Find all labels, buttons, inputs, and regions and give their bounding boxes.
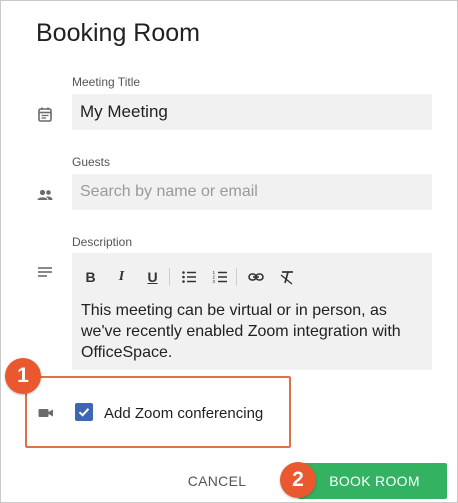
meeting-title-label: Meeting Title	[72, 75, 141, 89]
link-icon[interactable]	[245, 267, 266, 287]
description-editor[interactable]: B I U 123 This meeting can be virtual or…	[72, 253, 432, 370]
numbered-list-icon[interactable]: 123	[209, 267, 230, 287]
underline-glyph: U	[147, 269, 158, 285]
calendar-icon	[35, 105, 55, 125]
toolbar-divider	[236, 268, 237, 286]
guests-search-input[interactable]: Search by name or email	[72, 174, 432, 210]
clear-format-icon[interactable]	[276, 267, 297, 287]
book-room-button[interactable]: BOOK ROOM	[298, 463, 447, 499]
people-icon	[35, 185, 55, 205]
callout-badge-2: 2	[280, 462, 316, 498]
description-label: Description	[72, 235, 133, 249]
guests-placeholder: Search by name or email	[80, 183, 258, 200]
svg-text:3: 3	[212, 279, 215, 284]
callout-badge-1: 1	[5, 358, 41, 394]
video-camera-icon	[36, 403, 56, 423]
checkmark-icon	[78, 408, 90, 417]
meeting-title-value: My Meeting	[80, 102, 168, 121]
bulleted-list-icon[interactable]	[178, 267, 199, 287]
zoom-checkbox-label[interactable]: Add Zoom conferencing	[104, 405, 263, 422]
zoom-checkbox[interactable]	[75, 403, 93, 421]
guests-label: Guests	[72, 155, 111, 169]
italic-glyph: I	[118, 269, 125, 284]
underline-icon[interactable]: U	[142, 267, 163, 287]
bold-icon[interactable]: B	[80, 267, 101, 287]
cancel-button[interactable]: CANCEL	[177, 463, 257, 499]
description-text: This meeting can be virtual or in person…	[81, 302, 401, 361]
booking-room-dialog: Booking Room Meeting Title My Meeting Gu…	[0, 0, 458, 503]
editor-toolbar: B I U 123	[80, 267, 307, 287]
meeting-title-field[interactable]: My Meeting	[72, 94, 432, 130]
dialog-title: Booking Room	[36, 19, 200, 47]
italic-icon[interactable]: I	[111, 267, 132, 287]
toolbar-divider	[169, 268, 170, 286]
notes-icon	[35, 263, 55, 283]
bold-glyph: B	[85, 269, 96, 285]
